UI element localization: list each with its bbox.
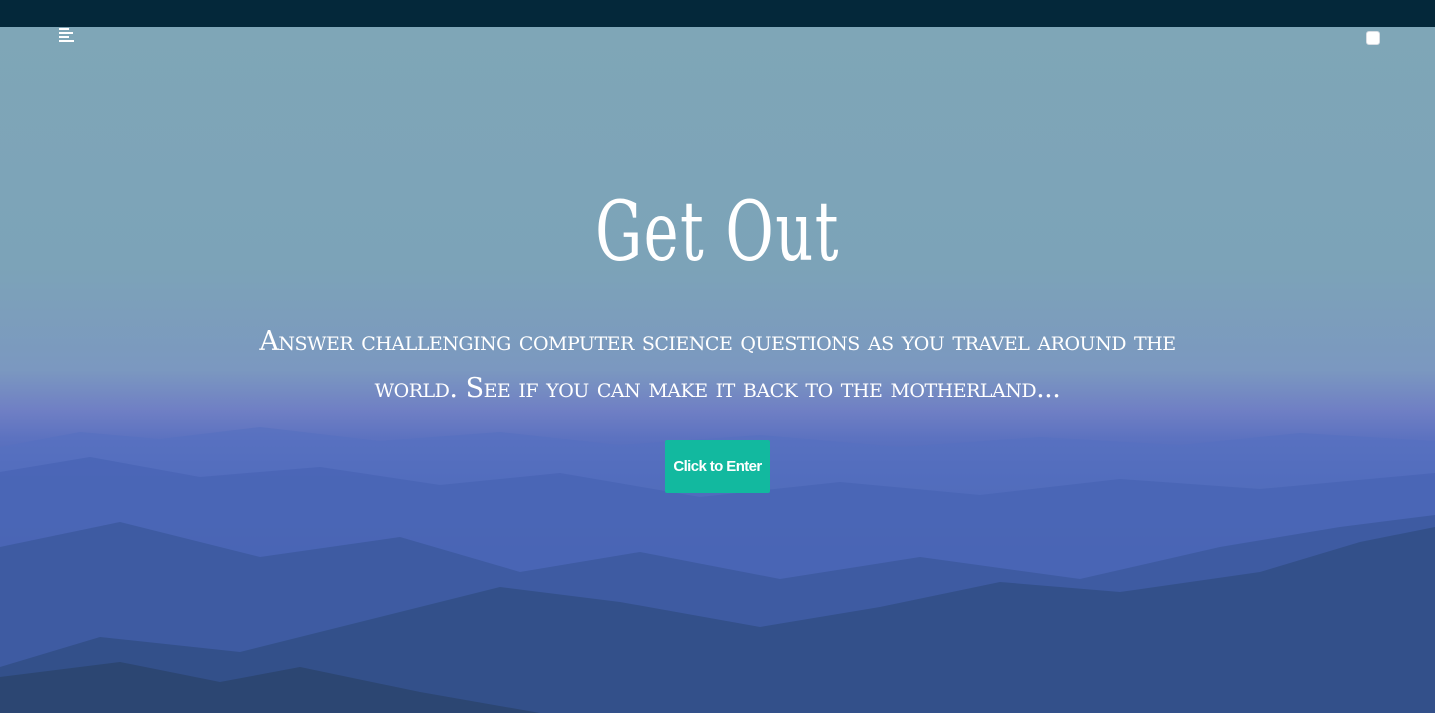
menu-line <box>59 28 69 30</box>
top-bar <box>0 0 1435 27</box>
landing-page: Get Out Answer challenging computer scie… <box>0 0 1435 713</box>
hero-title: Get Out <box>595 185 840 280</box>
enter-button[interactable]: Click to Enter <box>665 440 770 493</box>
menu-line <box>59 36 69 38</box>
menu-line <box>59 40 74 42</box>
corner-checkbox[interactable] <box>1366 31 1380 45</box>
menu-line <box>59 32 73 34</box>
hero-subtitle: Answer challenging computer science ques… <box>259 326 1176 404</box>
hamburger-menu-icon[interactable] <box>59 28 75 42</box>
